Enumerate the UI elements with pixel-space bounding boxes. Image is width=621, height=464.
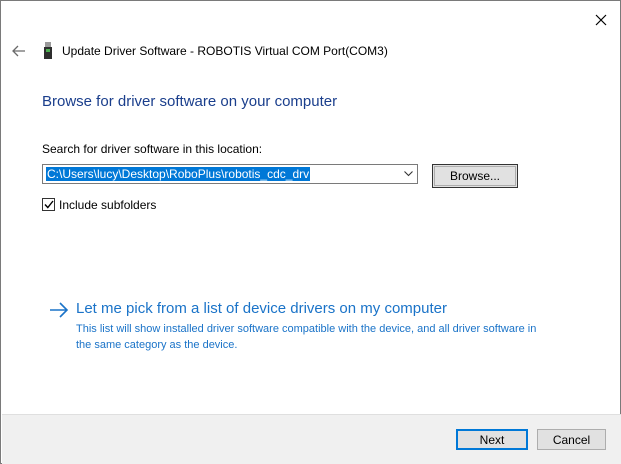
pick-from-list-link[interactable]: Let me pick from a list of device driver… bbox=[76, 300, 447, 317]
chevron-down-icon bbox=[403, 171, 413, 177]
dialog-footer: Next Cancel bbox=[2, 414, 621, 464]
path-input-value[interactable]: C:\Users\lucy\Desktop\RoboPlus\robotis_c… bbox=[46, 167, 311, 181]
include-subfolders-label[interactable]: Include subfolders bbox=[59, 198, 156, 212]
include-subfolders-checkbox[interactable] bbox=[42, 198, 55, 211]
browse-button-label: Browse... bbox=[449, 169, 500, 183]
right-arrow-icon[interactable] bbox=[48, 301, 70, 319]
back-button[interactable] bbox=[9, 41, 29, 61]
cancel-button[interactable]: Cancel bbox=[537, 429, 606, 450]
usb-device-icon bbox=[44, 42, 52, 59]
page-heading: Browse for driver software on your compu… bbox=[42, 93, 338, 110]
checkmark-icon bbox=[43, 200, 54, 209]
path-combobox[interactable]: C:\Users\lucy\Desktop\RoboPlus\robotis_c… bbox=[42, 164, 418, 184]
close-button[interactable] bbox=[587, 7, 615, 33]
search-location-label: Search for driver software in this locat… bbox=[42, 142, 263, 156]
close-icon bbox=[595, 14, 607, 26]
back-arrow-icon bbox=[12, 45, 25, 57]
dialog-title: Update Driver Software - ROBOTIS Virtual… bbox=[62, 44, 388, 58]
next-button[interactable]: Next bbox=[456, 429, 528, 450]
update-driver-dialog: Update Driver Software - ROBOTIS Virtual… bbox=[0, 0, 621, 464]
pick-from-list-description: This list will show installed driver sof… bbox=[76, 323, 537, 351]
browse-button[interactable]: Browse... bbox=[432, 164, 518, 188]
dropdown-button[interactable] bbox=[401, 165, 415, 183]
